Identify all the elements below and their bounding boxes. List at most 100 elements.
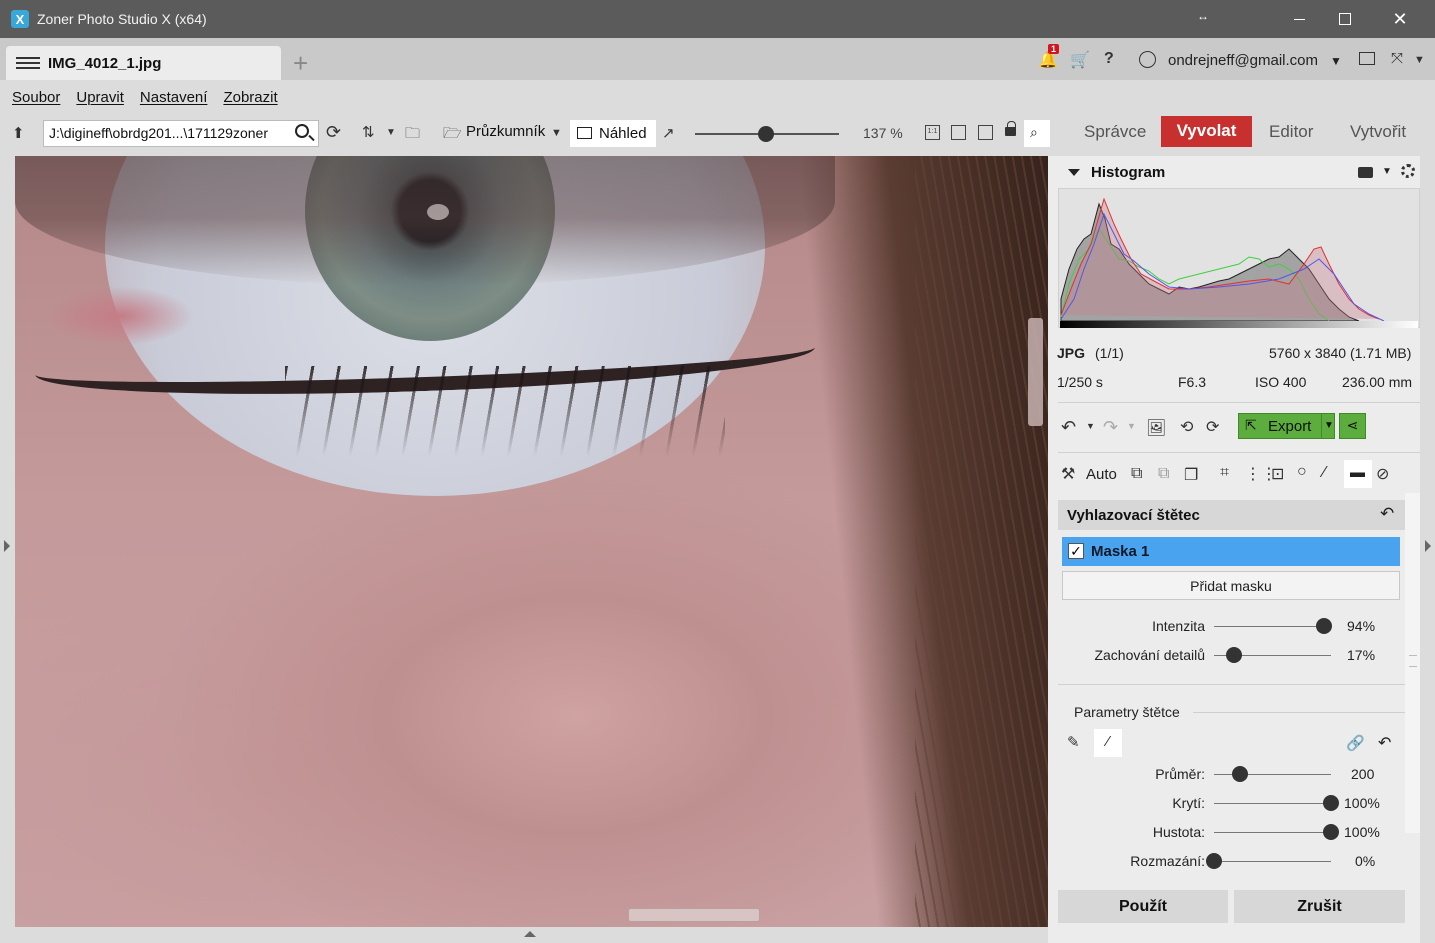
apply-button[interactable]: Použít bbox=[1058, 890, 1228, 923]
minimize-button[interactable] bbox=[1276, 0, 1322, 38]
actual-size-icon[interactable]: 1:1 bbox=[925, 125, 940, 140]
gear-icon[interactable] bbox=[1401, 164, 1415, 178]
ellipse-tool-icon[interactable]: ○ bbox=[1297, 463, 1307, 481]
duplicate-icon[interactable]: ❐ bbox=[1184, 465, 1198, 485]
share-button[interactable]: ⋖ bbox=[1339, 413, 1366, 439]
redo-dropdown-icon[interactable]: ▼ bbox=[1127, 421, 1136, 431]
module-editor-tab[interactable]: Editor bbox=[1269, 122, 1313, 142]
photo-horizontal-scrollbar[interactable] bbox=[628, 908, 760, 922]
cancel-button[interactable]: Zrušit bbox=[1234, 890, 1405, 923]
loupe-button[interactable]: ⌕ bbox=[1024, 120, 1050, 147]
preview-button[interactable]: Náhled bbox=[570, 120, 656, 147]
export-button[interactable]: ⇱ Export ▼ bbox=[1238, 413, 1335, 439]
monitor-icon[interactable] bbox=[1359, 52, 1375, 65]
refresh-icon[interactable]: ⟳ bbox=[326, 122, 341, 143]
cart-icon[interactable]: 🛒 bbox=[1070, 50, 1090, 70]
search-icon[interactable] bbox=[295, 124, 309, 138]
density-slider-knob[interactable] bbox=[1323, 824, 1339, 840]
crop-icon[interactable]: ⌗ bbox=[1220, 464, 1229, 482]
resize-arrows-icon[interactable]: ↔ bbox=[1197, 9, 1209, 23]
copy-settings-icon[interactable]: ⧉ bbox=[1131, 465, 1142, 483]
add-mask-button[interactable]: Přidat masku bbox=[1062, 571, 1400, 600]
text-tool-icon[interactable]: ⊡ bbox=[1271, 464, 1284, 484]
brush-panel-header[interactable]: Vyhlazovací štětec ↶ bbox=[1058, 500, 1405, 530]
mask-checkbox[interactable]: ✓ bbox=[1068, 543, 1084, 559]
photo-canvas[interactable] bbox=[15, 156, 1048, 927]
fit-screen-icon[interactable] bbox=[951, 125, 966, 140]
user-email[interactable]: ondrejneff@gmail.com bbox=[1168, 52, 1318, 69]
sliders-icon[interactable] bbox=[16, 55, 40, 71]
module-manager-tab[interactable]: Správce bbox=[1084, 122, 1146, 142]
module-create-tab[interactable]: Vytvořit bbox=[1350, 122, 1406, 142]
new-tab-button[interactable]: + bbox=[293, 50, 308, 76]
menu-soubor[interactable]: Soubor bbox=[12, 89, 60, 106]
lock-icon[interactable] bbox=[1005, 121, 1016, 136]
preview-label: Náhled bbox=[599, 125, 647, 142]
menu-nastaveni[interactable]: Nastavení bbox=[140, 89, 208, 106]
user-avatar-icon[interactable] bbox=[1139, 51, 1156, 68]
zoom-slider-knob[interactable] bbox=[757, 126, 774, 142]
opacity-slider-knob[interactable] bbox=[1323, 795, 1339, 811]
new-folder-icon[interactable]: 🗀 bbox=[405, 123, 420, 148]
brush-add-icon[interactable]: ✎ bbox=[1067, 733, 1080, 751]
opacity-slider[interactable] bbox=[1214, 803, 1331, 804]
smoothing-brush-tool[interactable]: ▬ bbox=[1344, 460, 1372, 488]
params-reset-icon[interactable]: ↶ bbox=[1378, 733, 1391, 753]
account-dropdown-icon[interactable]: ▼ bbox=[1330, 54, 1342, 68]
collapse-icon[interactable] bbox=[1068, 169, 1080, 176]
help-icon[interactable]: ? bbox=[1104, 50, 1114, 68]
fit-width-icon[interactable] bbox=[978, 125, 993, 140]
feather-slider-knob[interactable] bbox=[1206, 853, 1222, 869]
intensity-slider[interactable] bbox=[1214, 626, 1331, 627]
export-dropdown-icon[interactable]: ▼ bbox=[1324, 420, 1334, 431]
left-panel-toggle[interactable] bbox=[0, 156, 15, 943]
undo-icon[interactable]: ↶ bbox=[1061, 417, 1076, 438]
auto-button[interactable]: Auto bbox=[1086, 466, 1117, 483]
density-slider[interactable] bbox=[1214, 832, 1331, 833]
diameter-slider-knob[interactable] bbox=[1231, 766, 1248, 782]
photo-hair-strands bbox=[915, 156, 1048, 927]
close-button[interactable]: ✕ bbox=[1377, 0, 1423, 38]
maximize-button[interactable] bbox=[1322, 0, 1368, 38]
magic-wand-icon[interactable]: ⚒ bbox=[1061, 464, 1075, 484]
reset-icon[interactable]: ↶ bbox=[1380, 504, 1394, 524]
module-develop-tab[interactable]: Vyvolat bbox=[1161, 116, 1252, 147]
compare-image-icon[interactable]: 🖼 bbox=[1146, 418, 1166, 438]
camera-icon[interactable] bbox=[1358, 167, 1373, 178]
browser-dropdown-icon[interactable]: ▼ bbox=[551, 127, 562, 139]
link-icon[interactable]: 🔗 bbox=[1346, 734, 1365, 752]
camera-dropdown-icon[interactable]: ▼ bbox=[1382, 166, 1392, 177]
notification-bell-icon[interactable]: 🔔 1 bbox=[1038, 44, 1060, 70]
paste-settings-icon[interactable]: ⧉ bbox=[1158, 465, 1169, 483]
fullscreen-dropdown-icon[interactable]: ▼ bbox=[1414, 54, 1425, 66]
fullscreen-icon[interactable]: ⤧ bbox=[1391, 50, 1403, 67]
intensity-slider-knob[interactable] bbox=[1315, 618, 1332, 634]
bottom-panel-toggle[interactable] bbox=[15, 927, 1048, 943]
bandage-icon[interactable]: ⊘ bbox=[1376, 464, 1389, 484]
right-panel-scrollbar[interactable] bbox=[1405, 493, 1420, 833]
photo-tearduct bbox=[45, 286, 195, 346]
feather-slider[interactable] bbox=[1214, 861, 1331, 862]
brush-erase-button[interactable]: ⁄ bbox=[1094, 729, 1122, 757]
document-tab[interactable]: IMG_4012_1.jpg bbox=[6, 46, 281, 80]
right-panel-toggle[interactable] bbox=[1420, 156, 1435, 943]
redo-icon[interactable]: ↷ bbox=[1103, 417, 1118, 438]
mask-item[interactable]: ✓ Maska 1 bbox=[1062, 537, 1400, 566]
sort-dropdown-icon[interactable]: ▼ bbox=[386, 127, 396, 138]
detail-slider-knob[interactable] bbox=[1225, 647, 1242, 663]
rotate-left-icon[interactable]: ⟲ bbox=[1180, 417, 1193, 437]
rotate-right-icon[interactable]: ⟳ bbox=[1206, 417, 1219, 437]
brush-tool-icon[interactable]: ⁄ bbox=[1323, 464, 1326, 482]
photo-vertical-scrollbar[interactable] bbox=[1028, 318, 1043, 426]
iso: ISO 400 bbox=[1255, 374, 1307, 390]
up-folder-icon[interactable]: ⬆ bbox=[12, 124, 25, 142]
path-input[interactable]: J:\digineff\obrdg201...\171129zoner bbox=[43, 120, 319, 147]
external-open-icon[interactable]: ↗ bbox=[662, 124, 675, 142]
menu-upravit[interactable]: Upravit bbox=[76, 89, 124, 106]
menu-zobrazit[interactable]: Zobrazit bbox=[223, 89, 277, 106]
divider bbox=[1058, 452, 1420, 453]
undo-dropdown-icon[interactable]: ▼ bbox=[1086, 421, 1095, 431]
browser-button[interactable]: Průzkumník bbox=[466, 123, 545, 140]
sort-icon[interactable]: ⇅ bbox=[362, 123, 375, 141]
histogram-header[interactable]: Histogram ▼ bbox=[1058, 160, 1420, 186]
